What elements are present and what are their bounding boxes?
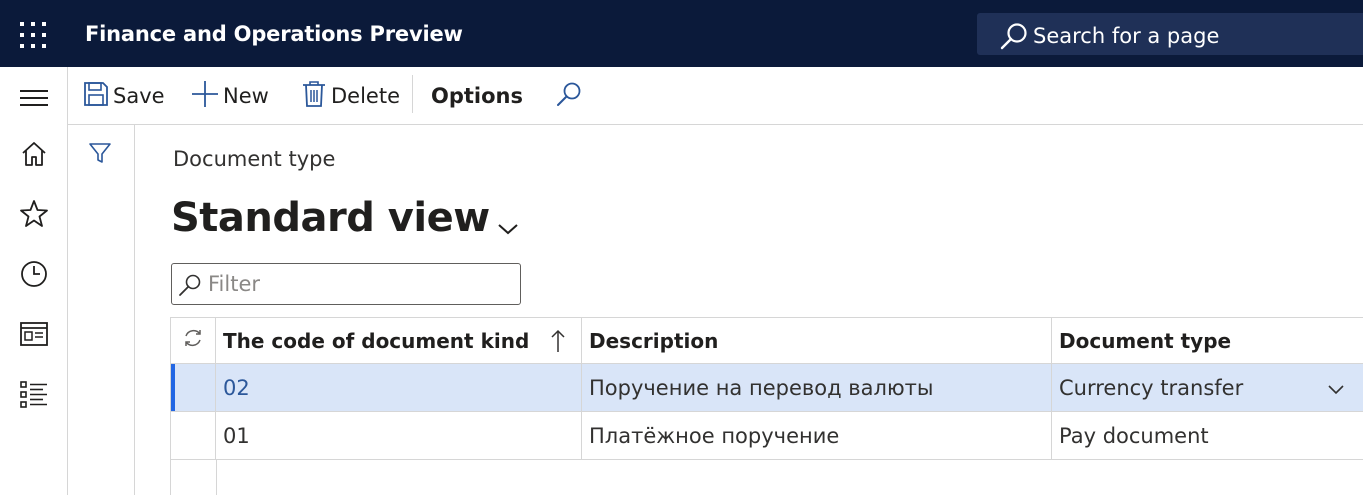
save-button[interactable]: Save xyxy=(83,81,165,111)
clock-icon[interactable] xyxy=(19,259,49,289)
grid-empty-area xyxy=(170,460,1363,495)
refresh-icon xyxy=(182,327,204,354)
page-search-box[interactable]: Search for a page xyxy=(977,13,1363,55)
search-placeholder: Search for a page xyxy=(1033,24,1220,48)
star-icon[interactable] xyxy=(19,199,49,229)
search-icon xyxy=(556,81,582,111)
home-icon[interactable] xyxy=(19,139,49,169)
column-header-document-type[interactable]: Document type xyxy=(1051,318,1363,363)
toolbar-separator xyxy=(412,75,413,113)
new-label: New xyxy=(223,84,269,108)
options-tab[interactable]: Options xyxy=(431,81,523,111)
description-value: Платёжное поручение xyxy=(589,423,840,448)
row-selector[interactable] xyxy=(170,364,215,411)
refresh-button[interactable] xyxy=(170,318,215,363)
filter-input[interactable] xyxy=(208,270,508,298)
save-label: Save xyxy=(113,84,165,108)
table-row[interactable]: 01 Платёжное поручение Pay document xyxy=(170,412,1363,460)
find-button[interactable] xyxy=(556,81,582,111)
sort-ascending-icon xyxy=(551,329,565,358)
page-caption: Document type xyxy=(173,147,336,171)
document-type-value: Pay document xyxy=(1059,423,1209,448)
code-cell[interactable]: 01 xyxy=(215,412,581,459)
search-icon xyxy=(999,22,1029,54)
document-type-cell[interactable]: Pay document xyxy=(1051,412,1363,459)
grid-header-row: The code of document kind Description Do… xyxy=(170,317,1363,364)
app-launcher-icon[interactable] xyxy=(19,21,47,49)
chevron-down-icon xyxy=(496,201,520,247)
filter-pane-strip xyxy=(68,125,135,495)
delete-label: Delete xyxy=(331,84,400,108)
document-type-value: Currency transfer xyxy=(1059,375,1244,400)
save-icon xyxy=(83,81,109,111)
view-name: Standard view xyxy=(171,195,490,241)
document-type-cell[interactable]: Currency transfer xyxy=(1051,364,1363,411)
row-selector[interactable] xyxy=(170,412,215,459)
column-header-description-label: Description xyxy=(589,328,719,353)
delete-button[interactable]: Delete xyxy=(301,81,400,111)
app-title: Finance and Operations Preview xyxy=(85,22,463,46)
top-navigation-bar: Finance and Operations Preview Search fo… xyxy=(0,0,1363,67)
options-label: Options xyxy=(431,84,523,108)
description-cell[interactable]: Платёжное поручение xyxy=(581,412,1051,459)
trash-icon xyxy=(301,80,327,112)
action-pane: Save New Delete Options xyxy=(68,67,1363,125)
view-selector[interactable]: Standard view xyxy=(171,189,520,247)
code-value: 02 xyxy=(223,375,250,400)
code-cell[interactable]: 02 xyxy=(215,364,581,411)
table-row[interactable]: 02 Поручение на перевод валюты Currency … xyxy=(170,364,1363,412)
grid-filter-field[interactable] xyxy=(171,263,521,305)
new-button[interactable]: New xyxy=(191,81,269,111)
description-cell[interactable]: Поручение на перевод валюты xyxy=(581,364,1051,411)
column-header-description[interactable]: Description xyxy=(581,318,1051,363)
column-header-code[interactable]: The code of document kind xyxy=(215,318,581,363)
code-value: 01 xyxy=(223,423,250,448)
hamburger-icon[interactable] xyxy=(19,83,49,113)
list-icon[interactable] xyxy=(19,379,49,409)
plus-icon xyxy=(191,80,219,112)
column-header-document-type-label: Document type xyxy=(1059,328,1232,353)
chevron-down-icon[interactable] xyxy=(1327,380,1345,399)
funnel-icon[interactable] xyxy=(88,141,112,169)
workspace-icon[interactable] xyxy=(19,319,49,349)
left-navigation-pane xyxy=(0,67,68,495)
description-value: Поручение на перевод валюты xyxy=(589,375,934,400)
column-header-code-label: The code of document kind xyxy=(223,328,530,353)
search-icon xyxy=(177,273,203,301)
